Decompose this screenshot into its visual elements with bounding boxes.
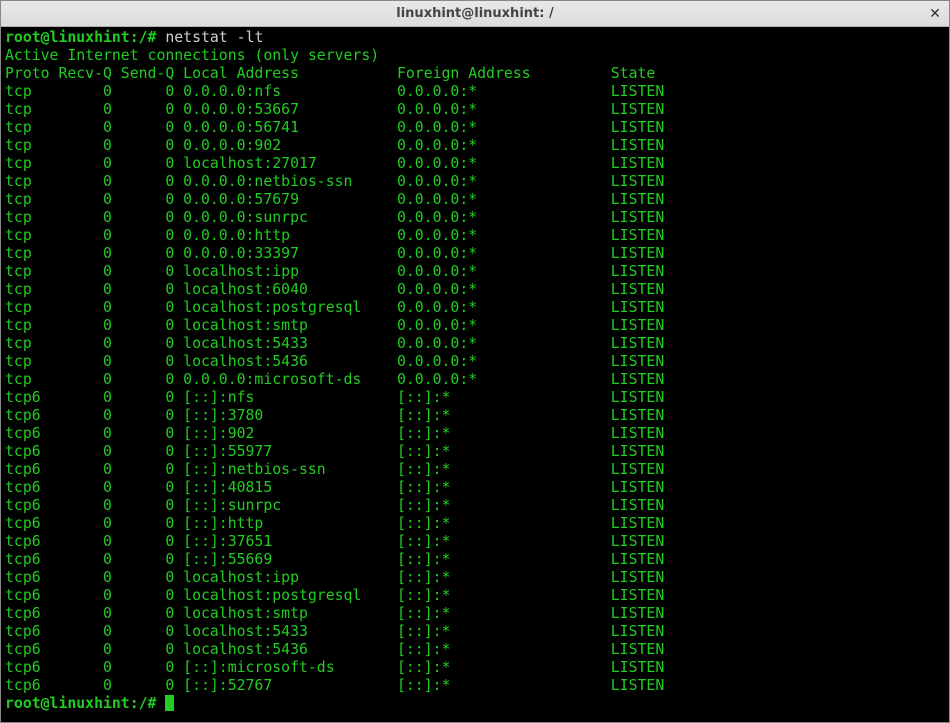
prompt-line: root@linuxhint:/# netstat -lt xyxy=(5,29,945,47)
table-row: tcp 0 0 0.0.0.0:53667 0.0.0.0:* LISTEN xyxy=(5,101,945,119)
table-row: tcp 0 0 0.0.0.0:microsoft-ds 0.0.0.0:* L… xyxy=(5,371,945,389)
table-row: tcp6 0 0 [::]:902 [::]:* LISTEN xyxy=(5,425,945,443)
table-row: tcp6 0 0 localhost:ipp [::]:* LISTEN xyxy=(5,569,945,587)
close-icon[interactable]: ✕ xyxy=(927,6,943,22)
table-row: tcp6 0 0 [::]:55977 [::]:* LISTEN xyxy=(5,443,945,461)
table-row: tcp6 0 0 [::]:55669 [::]:* LISTEN xyxy=(5,551,945,569)
table-row: tcp 0 0 0.0.0.0:netbios-ssn 0.0.0.0:* LI… xyxy=(5,173,945,191)
table-row: tcp6 0 0 [::]:37651 [::]:* LISTEN xyxy=(5,533,945,551)
table-row: tcp 0 0 0.0.0.0:33397 0.0.0.0:* LISTEN xyxy=(5,245,945,263)
table-row: tcp6 0 0 [::]:52767 [::]:* LISTEN xyxy=(5,677,945,695)
shell-prompt: root@linuxhint:/# xyxy=(5,29,165,46)
table-row: tcp6 0 0 localhost:postgresql [::]:* LIS… xyxy=(5,587,945,605)
table-row: tcp6 0 0 [::]:3780 [::]:* LISTEN xyxy=(5,407,945,425)
table-row: tcp6 0 0 localhost:smtp [::]:* LISTEN xyxy=(5,605,945,623)
table-row: tcp 0 0 localhost:27017 0.0.0.0:* LISTEN xyxy=(5,155,945,173)
table-row: tcp 0 0 localhost:smtp 0.0.0.0:* LISTEN xyxy=(5,317,945,335)
columns-header: Proto Recv-Q Send-Q Local Address Foreig… xyxy=(5,65,945,83)
shell-prompt: root@linuxhint:/# xyxy=(5,695,165,712)
table-row: tcp6 0 0 localhost:5436 [::]:* LISTEN xyxy=(5,641,945,659)
table-row: tcp 0 0 localhost:5433 0.0.0.0:* LISTEN xyxy=(5,335,945,353)
table-row: tcp6 0 0 [::]:nfs [::]:* LISTEN xyxy=(5,389,945,407)
window-title: linuxhint@linuxhint: / xyxy=(396,6,553,21)
table-row: tcp 0 0 localhost:5436 0.0.0.0:* LISTEN xyxy=(5,353,945,371)
table-row: tcp6 0 0 [::]:http [::]:* LISTEN xyxy=(5,515,945,533)
table-row: tcp 0 0 localhost:postgresql 0.0.0.0:* L… xyxy=(5,299,945,317)
terminal-body[interactable]: root@linuxhint:/# netstat -ltActive Inte… xyxy=(1,27,949,722)
table-row: tcp 0 0 0.0.0.0:http 0.0.0.0:* LISTEN xyxy=(5,227,945,245)
table-row: tcp 0 0 0.0.0.0:57679 0.0.0.0:* LISTEN xyxy=(5,191,945,209)
table-row: tcp6 0 0 [::]:40815 [::]:* LISTEN xyxy=(5,479,945,497)
table-row: tcp 0 0 localhost:6040 0.0.0.0:* LISTEN xyxy=(5,281,945,299)
table-row: tcp 0 0 0.0.0.0:902 0.0.0.0:* LISTEN xyxy=(5,137,945,155)
table-row: tcp6 0 0 [::]:netbios-ssn [::]:* LISTEN xyxy=(5,461,945,479)
prompt-line: root@linuxhint:/# xyxy=(5,695,945,713)
titlebar[interactable]: linuxhint@linuxhint: / ✕ xyxy=(1,1,949,27)
table-row: tcp 0 0 0.0.0.0:56741 0.0.0.0:* LISTEN xyxy=(5,119,945,137)
table-row: tcp 0 0 0.0.0.0:sunrpc 0.0.0.0:* LISTEN xyxy=(5,209,945,227)
table-row: tcp 0 0 0.0.0.0:nfs 0.0.0.0:* LISTEN xyxy=(5,83,945,101)
table-row: tcp6 0 0 [::]:microsoft-ds [::]:* LISTEN xyxy=(5,659,945,677)
output-header: Active Internet connections (only server… xyxy=(5,47,945,65)
table-row: tcp6 0 0 [::]:sunrpc [::]:* LISTEN xyxy=(5,497,945,515)
command-text: netstat -lt xyxy=(165,29,263,46)
table-row: tcp 0 0 localhost:ipp 0.0.0.0:* LISTEN xyxy=(5,263,945,281)
table-row: tcp6 0 0 localhost:5433 [::]:* LISTEN xyxy=(5,623,945,641)
terminal-window: linuxhint@linuxhint: / ✕ root@linuxhint:… xyxy=(0,0,950,723)
cursor-icon xyxy=(165,695,174,711)
